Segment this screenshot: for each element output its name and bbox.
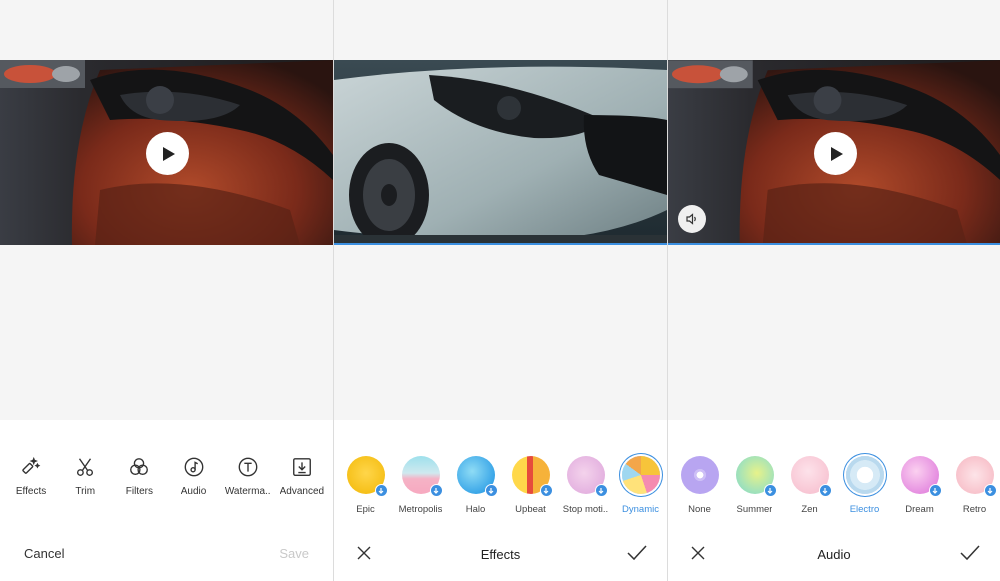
- download-box-icon: [292, 458, 311, 476]
- effect-label: Metropolis: [398, 504, 443, 515]
- video-preview-effects[interactable]: [334, 60, 667, 245]
- audio-label-selected: Electro: [849, 504, 880, 515]
- tool-label-filters: Filters: [125, 486, 153, 497]
- audio-thumb-none: [680, 456, 719, 494]
- scissors-icon: [77, 458, 94, 476]
- cancel-button[interactable]: Cancel: [24, 546, 64, 561]
- effect-thumb-upbeat: [511, 456, 553, 497]
- download-icon: [818, 484, 832, 497]
- editor-panel: Effects Trim Filters Audio Waterma.. Adv…: [0, 0, 333, 581]
- checkmark-icon[interactable]: [627, 544, 647, 562]
- effect-label: Halo: [465, 504, 486, 515]
- download-icon: [928, 484, 942, 497]
- effect-label-selected: Dynamic: [622, 504, 659, 515]
- tool-label-watermark: Waterma..: [224, 486, 271, 497]
- effect-label: Stop moti..: [562, 504, 609, 515]
- save-button[interactable]: Save: [279, 546, 309, 561]
- watermark-tool-button[interactable]: Waterma..: [221, 456, 275, 506]
- effect-thumb-metropolis: [401, 456, 443, 497]
- audio-panel: None Summer Zen Electro Dream Retro Audi…: [668, 0, 1000, 581]
- video-preview[interactable]: [0, 60, 333, 245]
- audio-item-summer[interactable]: Summer: [727, 456, 782, 516]
- tool-label-effects: Effects: [15, 486, 47, 497]
- audio-label: Zen: [801, 504, 818, 515]
- audio-label: Retro: [962, 504, 987, 515]
- tools-row: Effects Trim Filters Audio Waterma.. Adv…: [0, 456, 333, 506]
- effect-thumb-dynamic: [621, 456, 660, 494]
- audio-title: Audio: [817, 547, 851, 562]
- effects-tool-button[interactable]: Effects: [4, 456, 58, 506]
- audio-thumb-retro: [955, 456, 997, 497]
- effect-item-halo[interactable]: Halo: [448, 456, 503, 516]
- effect-item-metropolis[interactable]: Metropolis: [393, 456, 448, 516]
- editor-toolbar: Effects Trim Filters Audio Waterma.. Adv…: [0, 420, 333, 581]
- effect-item-dynamic[interactable]: Dynamic: [613, 456, 667, 516]
- download-icon: [594, 484, 608, 497]
- effects-list: Epic Metropolis Halo Upbeat Stop moti.. …: [338, 456, 667, 516]
- download-icon: [763, 484, 777, 497]
- audio-item-none[interactable]: None: [672, 456, 727, 516]
- download-icon: [429, 484, 443, 497]
- download-icon: [484, 484, 498, 497]
- video-progress-bar[interactable]: [334, 243, 667, 245]
- audio-thumb-zen: [790, 456, 832, 497]
- audio-thumb-electro: [845, 456, 884, 494]
- effect-label: Epic: [356, 504, 375, 515]
- audio-item-electro[interactable]: Electro: [837, 456, 892, 516]
- trim-tool-button[interactable]: Trim: [58, 456, 112, 506]
- effect-thumb-stop-motion: [566, 456, 608, 497]
- advanced-tool-button[interactable]: Advanced: [275, 456, 329, 506]
- effect-thumb-halo: [456, 456, 498, 497]
- audio-tool-button[interactable]: Audio: [167, 456, 221, 506]
- audio-item-retro[interactable]: Retro: [947, 456, 1000, 516]
- speaker-icon: [686, 213, 696, 225]
- play-button[interactable]: [814, 132, 857, 175]
- video-frame-white-car: [334, 60, 667, 245]
- audio-thumb-dream: [900, 456, 942, 497]
- download-icon: [539, 484, 553, 497]
- filters-icon: [130, 458, 149, 476]
- effect-item-epic[interactable]: Epic: [338, 456, 393, 516]
- download-icon: [374, 484, 388, 497]
- tool-label-trim: Trim: [75, 486, 96, 497]
- tool-label-advanced: Advanced: [279, 486, 325, 497]
- audio-label: Dream: [905, 504, 934, 515]
- effects-panel: Epic Metropolis Halo Upbeat Stop moti.. …: [334, 0, 667, 581]
- checkmark-icon[interactable]: [960, 544, 980, 562]
- download-icon: [983, 484, 997, 497]
- play-button[interactable]: [146, 132, 189, 175]
- audio-list: None Summer Zen Electro Dream Retro: [672, 456, 1000, 516]
- effect-item-stop-motion[interactable]: Stop moti..: [558, 456, 613, 516]
- effect-label: Upbeat: [515, 504, 546, 515]
- text-t-icon: [238, 457, 258, 477]
- filters-tool-button[interactable]: Filters: [112, 456, 166, 506]
- video-progress-bar[interactable]: [668, 243, 1000, 245]
- video-preview-audio[interactable]: [668, 60, 1000, 245]
- effect-thumb-epic: [346, 456, 388, 497]
- effects-title: Effects: [480, 547, 521, 562]
- volume-button[interactable]: [678, 205, 706, 233]
- tool-label-audio: Audio: [180, 486, 207, 497]
- audio-thumb-summer: [735, 456, 777, 497]
- audio-item-zen[interactable]: Zen: [782, 456, 837, 516]
- effects-toolbar: Epic Metropolis Halo Upbeat Stop moti.. …: [334, 420, 667, 581]
- audio-label: Summer: [736, 504, 773, 515]
- audio-label: None: [688, 504, 711, 515]
- audio-item-dream[interactable]: Dream: [892, 456, 947, 516]
- audio-toolbar: None Summer Zen Electro Dream Retro Audi…: [668, 420, 1000, 581]
- play-icon: [831, 146, 843, 161]
- play-icon: [163, 146, 175, 161]
- effects-wand-icon: [22, 456, 41, 474]
- effect-item-upbeat[interactable]: Upbeat: [503, 456, 558, 516]
- music-note-icon: [184, 457, 203, 477]
